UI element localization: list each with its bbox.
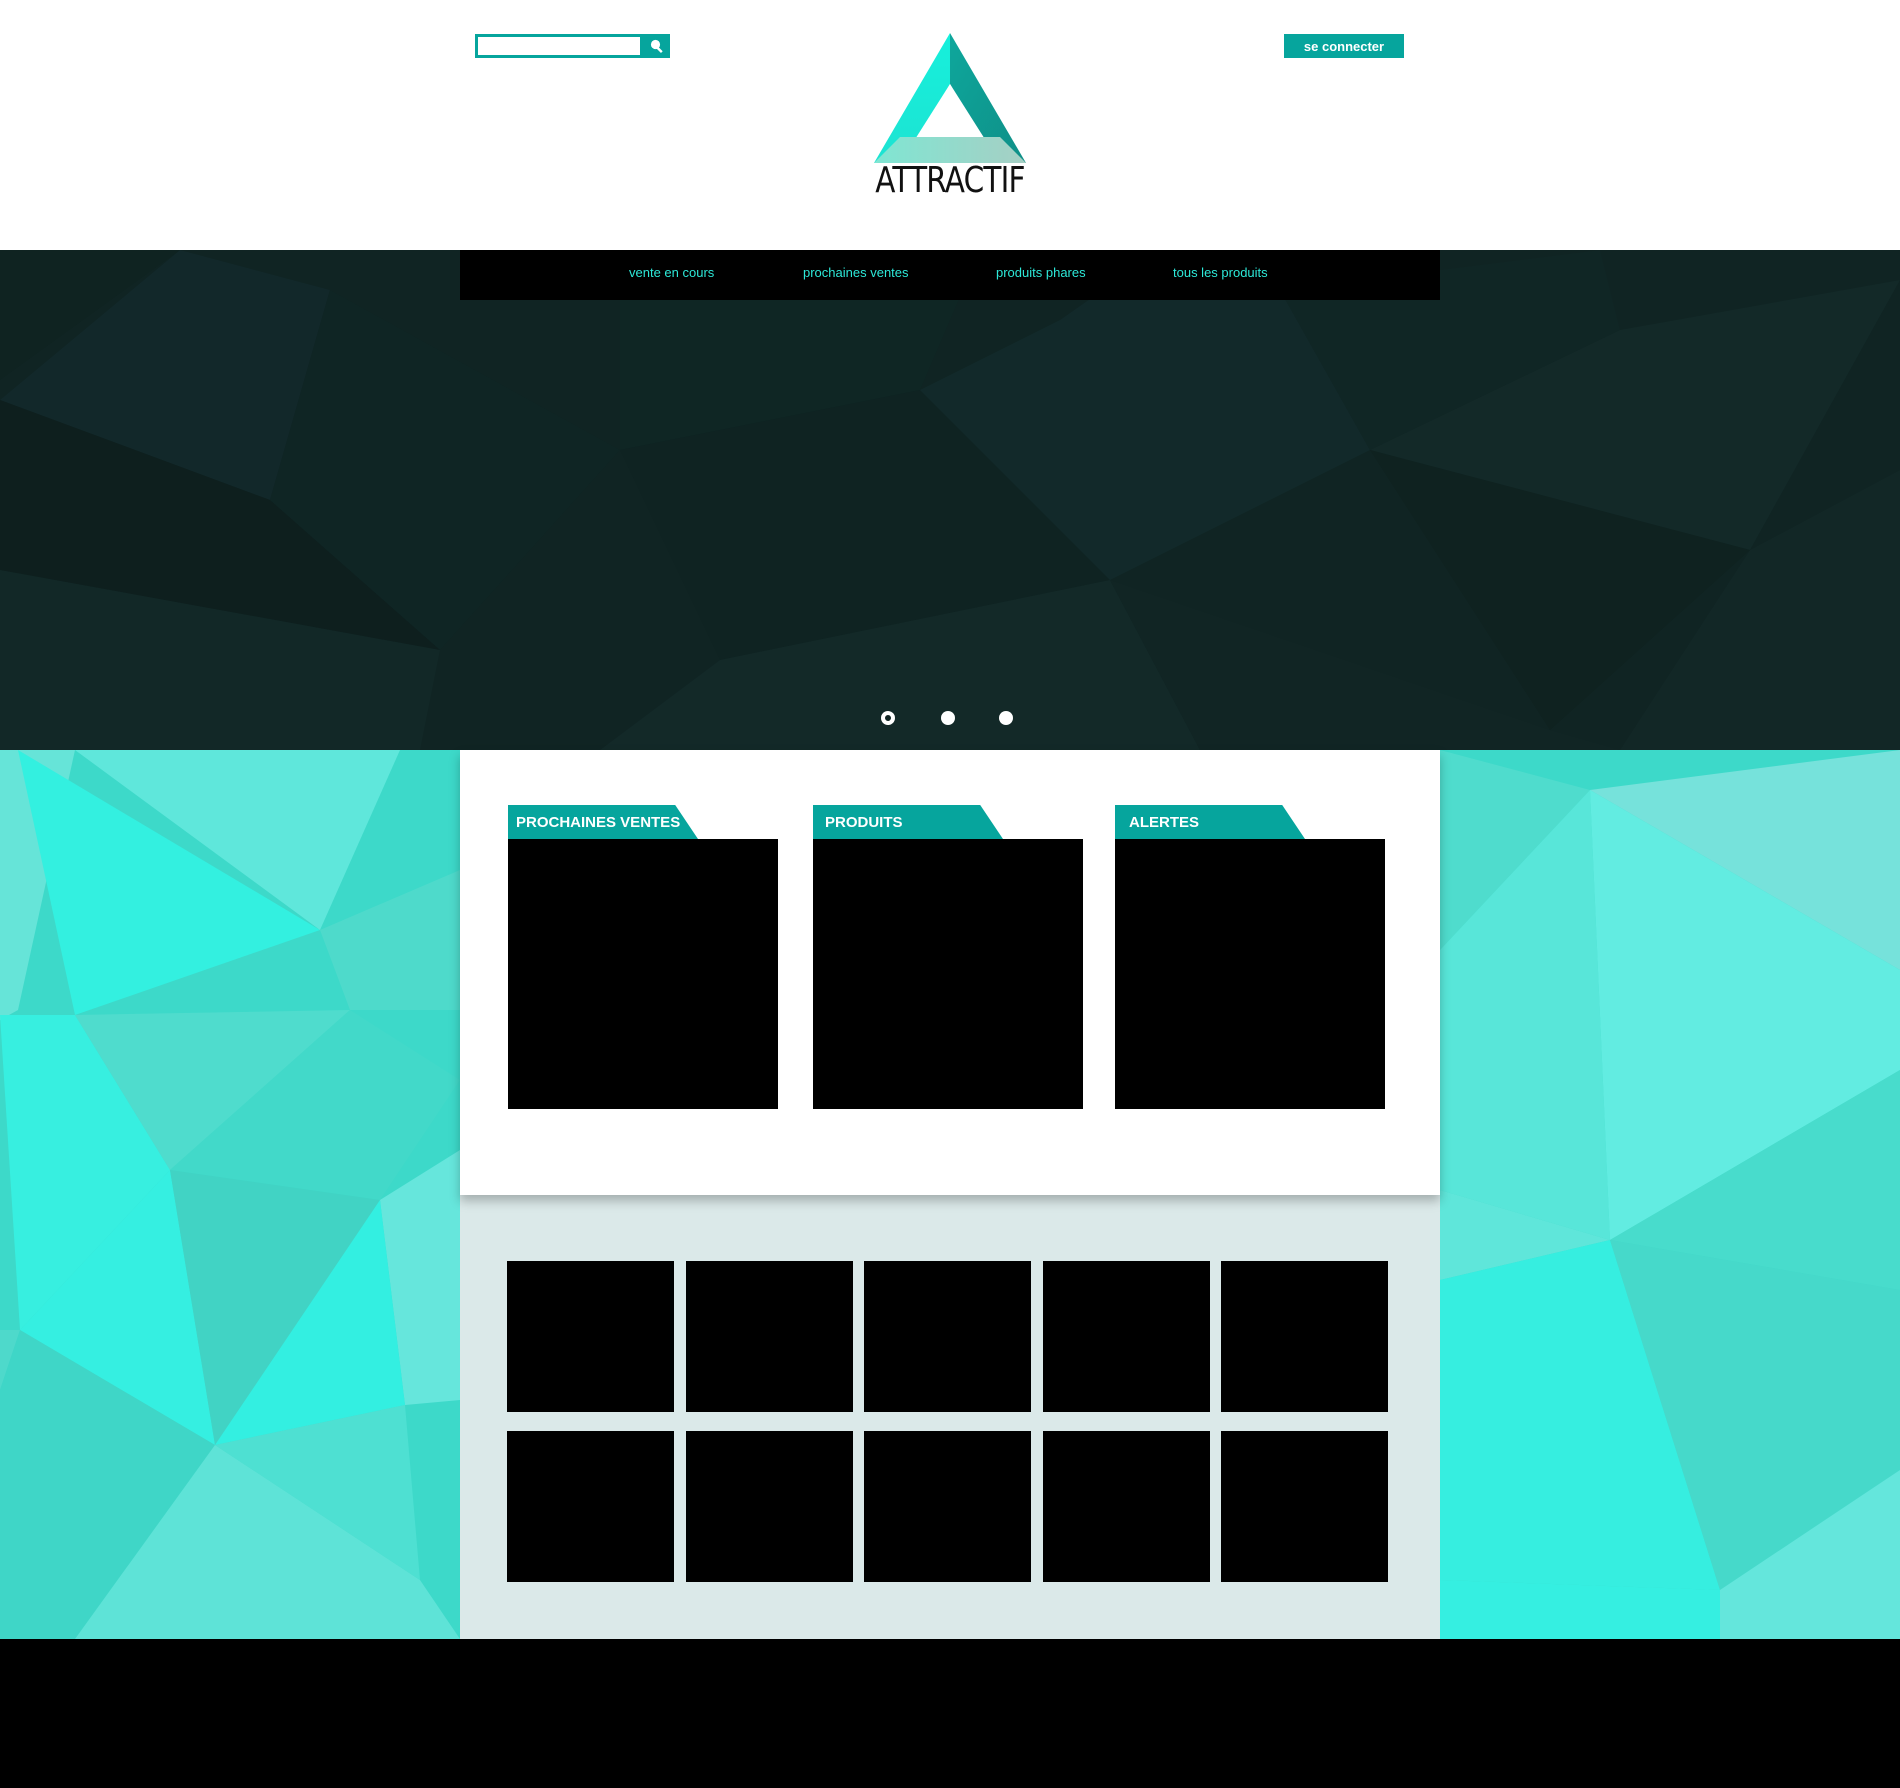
- section-title-prochaines-ventes: PROCHAINES VENTES: [508, 805, 698, 839]
- nav-item-tous-les-produits[interactable]: tous les produits: [1173, 250, 1268, 300]
- product-thumb[interactable]: [686, 1431, 853, 1582]
- hero-carousel: [0, 250, 1900, 750]
- search-button[interactable]: [643, 34, 670, 58]
- product-thumb[interactable]: [1043, 1431, 1210, 1582]
- product-thumb[interactable]: [864, 1431, 1031, 1582]
- product-thumb[interactable]: [1221, 1261, 1388, 1412]
- search-bar: [475, 34, 670, 58]
- carousel-dot-1[interactable]: [881, 711, 895, 725]
- site-header: ATTRACTIF se connecter: [0, 0, 1900, 250]
- section-box-produits[interactable]: [813, 839, 1083, 1109]
- product-thumb[interactable]: [1043, 1261, 1210, 1412]
- section-box-alertes[interactable]: [1115, 839, 1385, 1109]
- product-thumb[interactable]: [864, 1261, 1031, 1412]
- carousel-dot-2[interactable]: [941, 711, 955, 725]
- login-button[interactable]: se connecter: [1284, 34, 1404, 58]
- product-grid-panel: [460, 1195, 1440, 1639]
- product-thumb[interactable]: [686, 1261, 853, 1412]
- sections-panel: PROCHAINES VENTES PRODUITS ALERTES: [460, 750, 1440, 1195]
- product-thumb[interactable]: [507, 1431, 674, 1582]
- search-icon: [650, 39, 663, 53]
- hero-polygon-background: [0, 250, 1900, 750]
- carousel-indicators: [0, 711, 1900, 727]
- section-box-prochaines-ventes[interactable]: [508, 839, 778, 1109]
- brand-name: ATTRACTIF: [875, 160, 1025, 201]
- section-title-alertes: ALERTES: [1115, 805, 1305, 839]
- section-title-produits: PRODUITS: [813, 805, 1003, 839]
- product-thumb[interactable]: [1221, 1431, 1388, 1582]
- product-thumb[interactable]: [507, 1261, 674, 1412]
- nav-item-prochaines-ventes[interactable]: prochaines ventes: [803, 250, 909, 300]
- carousel-dot-3[interactable]: [999, 711, 1013, 725]
- nav-item-vente-en-cours[interactable]: vente en cours: [629, 250, 714, 300]
- main-nav: vente en cours prochaines ventes produit…: [460, 250, 1440, 300]
- nav-item-produits-phares[interactable]: produits phares: [996, 250, 1086, 300]
- search-input[interactable]: [475, 34, 643, 58]
- site-footer: [0, 1639, 1900, 1788]
